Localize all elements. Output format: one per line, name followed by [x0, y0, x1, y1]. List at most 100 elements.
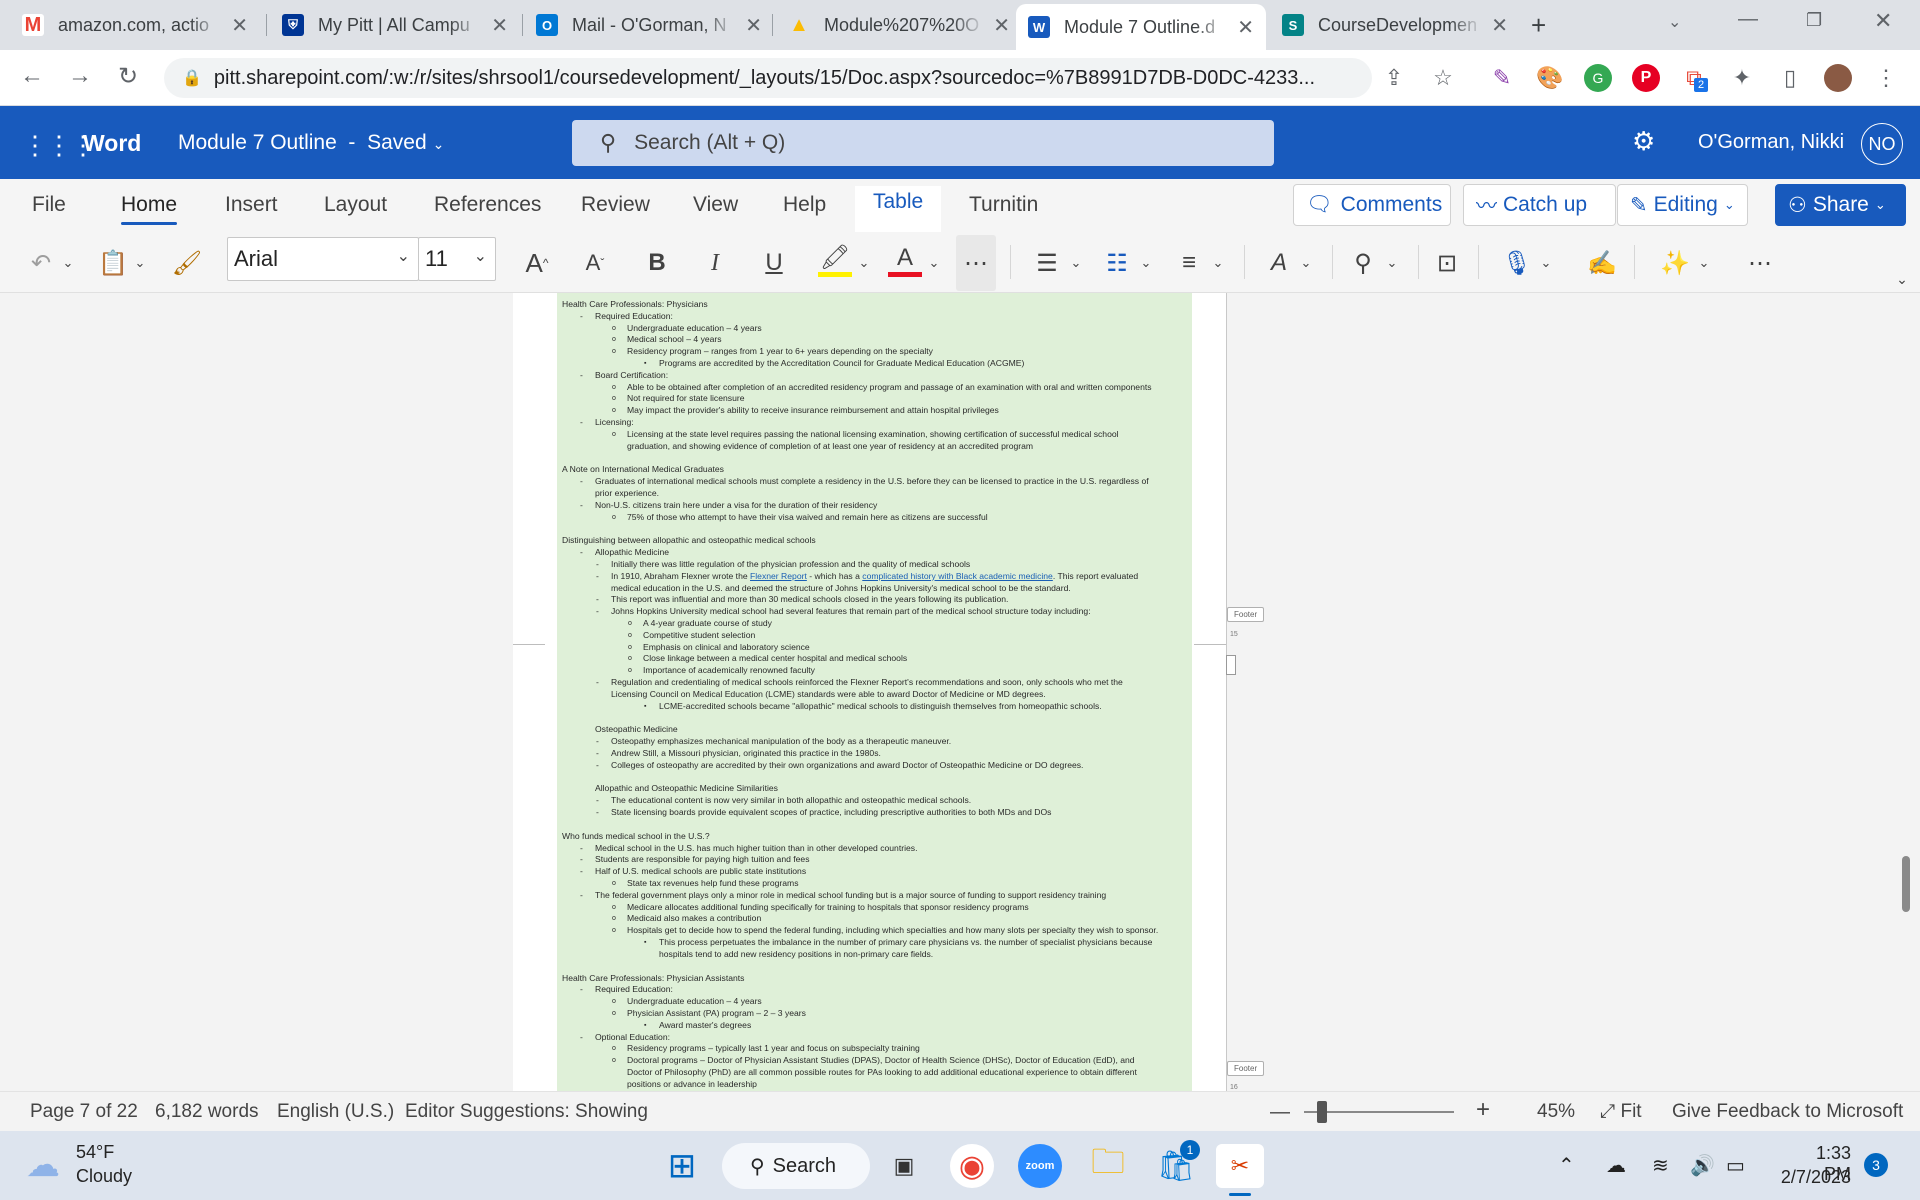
address-bar[interactable]: 🔒 pitt.sharepoint.com/:w:/r/sites/shrsoo… [164, 58, 1372, 98]
language-indicator[interactable]: English (U.S.) [277, 1101, 394, 1123]
user-avatar[interactable]: NO [1861, 123, 1903, 165]
chevron-down-icon[interactable]: ⌄ [924, 243, 944, 283]
grammarly-extension-icon[interactable]: G [1584, 64, 1612, 92]
flexner-report-link[interactable]: Flexner Report [750, 571, 807, 581]
tab-view[interactable]: View [693, 193, 738, 217]
shrink-font-icon[interactable]: Aˇ [578, 243, 612, 283]
tab-references[interactable]: References [434, 193, 541, 217]
clipboard-icon[interactable]: 📋 [98, 243, 128, 283]
close-tab-icon[interactable]: ✕ [231, 13, 248, 38]
editor-icon[interactable]: ✍ [1585, 243, 1619, 283]
profile-avatar[interactable] [1824, 64, 1852, 92]
share-button[interactable]: ⚇ Share ⌄ [1775, 184, 1906, 226]
file-explorer-icon[interactable]: 🗀 [1086, 1143, 1130, 1188]
zoom-app-icon[interactable]: zoom [1018, 1144, 1062, 1188]
back-arrow-icon[interactable]: ← [16, 62, 48, 90]
chevron-down-icon[interactable]: ⌄ [58, 243, 78, 283]
chevron-down-icon[interactable]: ⌄ [130, 243, 150, 283]
editor-suggestions[interactable]: Editor Suggestions: Showing [405, 1101, 648, 1123]
undo-icon[interactable]: ↶ [26, 243, 56, 283]
restore-window-icon[interactable]: ❐ [1806, 10, 1822, 31]
close-tab-icon[interactable]: ✕ [1491, 13, 1508, 38]
tab-file[interactable]: File [32, 193, 66, 217]
browser-tab-word-active[interactable]: W Module 7 Outline.d ✕ [1016, 4, 1266, 50]
chevron-down-icon[interactable]: ⌄ [1136, 243, 1156, 283]
bookmark-star-icon[interactable]: ☆ [1429, 64, 1457, 92]
format-painter-icon[interactable]: 🖌 [172, 243, 202, 283]
share-page-icon[interactable]: ⇪ [1380, 64, 1408, 92]
notification-badge[interactable]: 3 [1864, 1153, 1888, 1177]
dictate-microphone-icon[interactable]: 🎙 [1500, 243, 1534, 283]
pen-extension-icon[interactable]: ✎ [1488, 64, 1516, 92]
close-window-icon[interactable]: ✕ [1874, 8, 1892, 34]
designer-icon[interactable]: ✨ [1658, 243, 1692, 283]
font-color-icon[interactable]: A [888, 243, 922, 277]
battery-icon[interactable]: ▭ [1726, 1153, 1745, 1178]
tab-search-icon[interactable]: ⌄ [1668, 12, 1681, 32]
document-body[interactable]: Health Care Professionals: Physicians Req… [557, 293, 1192, 1091]
grow-font-icon[interactable]: A ^ [520, 243, 554, 283]
close-tab-icon[interactable]: ✕ [491, 13, 508, 38]
settings-gear-icon[interactable]: ⚙ [1632, 126, 1655, 157]
chevron-down-icon[interactable]: ⌄ [1694, 243, 1714, 283]
browser-tab-outlook[interactable]: O Mail - O'Gorman, N ✕ [524, 6, 774, 44]
new-tab-button[interactable]: + [1531, 10, 1546, 41]
user-name[interactable]: O'Gorman, Nikki [1698, 131, 1844, 154]
tab-insert[interactable]: Insert [225, 193, 278, 217]
browser-tab-mypitt[interactable]: ⛨ My Pitt | All Campu ✕ [270, 6, 520, 44]
immersive-reader-icon[interactable]: ⊡ [1430, 243, 1464, 283]
tab-turnitin[interactable]: Turnitin [969, 193, 1038, 217]
styles-icon[interactable]: A [1262, 243, 1296, 283]
onedrive-icon[interactable]: ☁ [1606, 1153, 1626, 1178]
paint-extension-icon[interactable]: 🎨 [1536, 64, 1564, 92]
word-count[interactable]: 6,182 words [155, 1101, 259, 1123]
feedback-link[interactable]: Give Feedback to Microsoft [1672, 1101, 1903, 1123]
underline-icon[interactable]: U [757, 243, 791, 283]
chrome-taskbar-icon[interactable]: ◉ [950, 1144, 994, 1188]
chrome-menu-icon[interactable]: ⋮ [1872, 64, 1900, 92]
vertical-scrollbar-thumb[interactable] [1902, 856, 1910, 912]
task-view-icon[interactable]: ▣ [882, 1144, 926, 1188]
extension-with-badge-icon[interactable]: ⧉2 [1680, 64, 1708, 92]
chevron-down-icon[interactable]: ⌄ [1296, 243, 1316, 283]
find-icon[interactable]: ⚲ [1346, 243, 1380, 283]
wifi-icon[interactable]: ≋ [1652, 1153, 1669, 1178]
weather-temp[interactable]: 54°F [76, 1142, 114, 1163]
italic-icon[interactable]: I [698, 243, 732, 283]
pinterest-extension-icon[interactable]: P [1632, 64, 1660, 92]
page-count[interactable]: Page 7 of 22 [30, 1101, 138, 1123]
fit-button[interactable]: ⤢ Fit [1600, 1101, 1642, 1123]
more-options-icon[interactable]: ⋯ [1740, 243, 1780, 283]
comments-button[interactable]: 🗨 Comments [1293, 184, 1451, 226]
footer-label[interactable]: Footer [1227, 607, 1265, 622]
browser-tab-gmail[interactable]: M amazon.com, actio ✕ [10, 6, 260, 44]
app-name[interactable]: Word [83, 130, 141, 157]
reload-icon[interactable]: ↻ [112, 62, 144, 91]
footer-label[interactable]: Footer [1227, 1061, 1265, 1076]
numbering-icon[interactable]: ☷ [1100, 243, 1134, 283]
zoom-level[interactable]: 45% [1537, 1101, 1575, 1123]
tab-help[interactable]: Help [783, 193, 826, 217]
tab-home[interactable]: Home [121, 193, 178, 225]
clock-date[interactable]: 2/7/2023 [1767, 1167, 1851, 1188]
close-tab-icon[interactable]: ✕ [1237, 15, 1254, 40]
minimize-window-icon[interactable]: — [1738, 8, 1758, 31]
search-box[interactable]: ⚲ Search (Alt + Q) [572, 120, 1274, 166]
extensions-puzzle-icon[interactable]: ✦ [1728, 64, 1756, 92]
taskbar-search[interactable]: ⚲ Search [722, 1143, 870, 1189]
chevron-down-icon[interactable]: ⌄ [1536, 243, 1556, 283]
align-icon[interactable]: ≡ [1172, 243, 1206, 283]
black-academic-medicine-link[interactable]: complicated history with Black academic … [862, 571, 1053, 581]
tab-layout[interactable]: Layout [324, 193, 387, 217]
chevron-down-icon[interactable]: ⌄ [1066, 243, 1086, 283]
highlight-icon[interactable]: 🖍 [818, 243, 852, 277]
browser-tab-sharepoint[interactable]: S CourseDevelopmen ✕ [1270, 6, 1520, 44]
show-hidden-icons-icon[interactable]: ⌃ [1558, 1153, 1575, 1178]
zoom-out-icon[interactable]: — [1270, 1101, 1290, 1124]
document-title[interactable]: Module 7 Outline - Saved ⌄ [178, 131, 444, 155]
zoom-slider-thumb[interactable] [1317, 1101, 1327, 1123]
bullets-icon[interactable]: ☰ [1030, 243, 1064, 283]
forward-arrow-icon[interactable]: → [64, 62, 96, 90]
chevron-down-icon[interactable]: ⌄ [1208, 243, 1228, 283]
font-size-dropdown[interactable]: 11 ⌄ [418, 237, 496, 281]
